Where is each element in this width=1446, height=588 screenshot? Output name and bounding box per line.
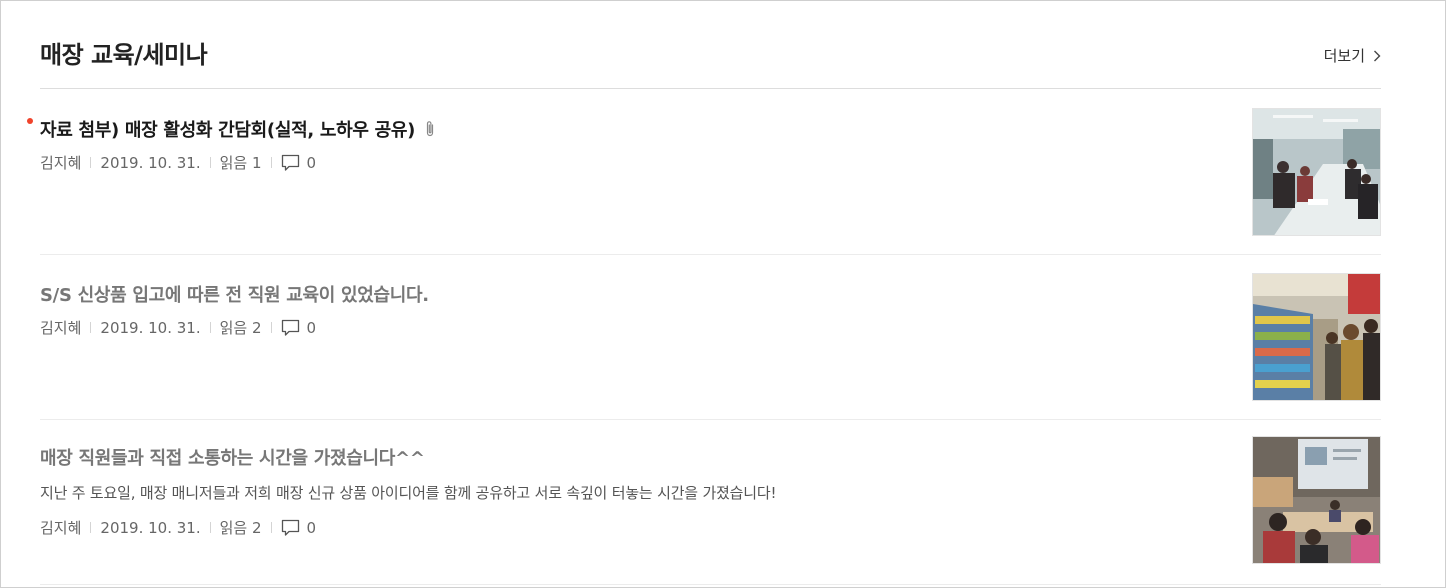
post-title-link[interactable]: S/S 신상품 입고에 따른 전 직원 교육이 있었습니다. bbox=[40, 281, 429, 307]
post-summary[interactable]: 지난 주 토요일, 매장 매니저들과 저희 매장 신규 상품 아이디어를 함께 … bbox=[40, 482, 776, 503]
board-widget: 매장 교육/세미나 더보기 자료 첨부) 매장 활성화 간담회(실적, 노하우 … bbox=[0, 0, 1446, 588]
post-title: 자료 첨부) 매장 활성화 간담회(실적, 노하우 공유) bbox=[40, 120, 416, 141]
meta-separator bbox=[90, 157, 92, 168]
post-thumbnail[interactable] bbox=[1252, 273, 1381, 401]
post-meta: 김지혜 2019. 10. 31. 읽음 2 0 bbox=[40, 517, 316, 538]
comment-link[interactable]: 0 bbox=[281, 153, 317, 172]
post-views: 읽음 1 bbox=[219, 154, 262, 172]
meta-separator bbox=[90, 522, 92, 533]
post-thumbnail[interactable] bbox=[1252, 108, 1381, 236]
comment-count: 0 bbox=[306, 153, 317, 172]
comment-link[interactable]: 0 bbox=[281, 518, 317, 537]
post-meta: 김지혜 2019. 10. 31. 읽음 1 0 bbox=[40, 152, 316, 173]
post-author[interactable]: 김지혜 bbox=[40, 317, 81, 338]
post-title: 매장 직원들과 직접 소통하는 시간을 가졌습니다^^ bbox=[40, 448, 425, 469]
post-title: S/S 신상품 입고에 따른 전 직원 교육이 있었습니다. bbox=[40, 285, 429, 306]
meta-separator bbox=[90, 322, 92, 333]
more-link[interactable]: 더보기 bbox=[1324, 45, 1381, 66]
attachment-icon bbox=[425, 120, 435, 138]
post-title-link[interactable]: 매장 직원들과 직접 소통하는 시간을 가졌습니다^^ bbox=[40, 444, 425, 470]
post-date: 2019. 10. 31. bbox=[100, 318, 201, 337]
post-item[interactable]: S/S 신상품 입고에 따른 전 직원 교육이 있었습니다. 김지혜 2019.… bbox=[40, 255, 1381, 420]
meta-separator bbox=[270, 322, 272, 333]
meta-separator bbox=[209, 322, 211, 333]
new-indicator-dot bbox=[27, 118, 33, 124]
post-thumbnail[interactable] bbox=[1252, 436, 1381, 564]
meeting-room-photo bbox=[1253, 109, 1380, 235]
comment-icon bbox=[281, 319, 299, 336]
post-author[interactable]: 김지혜 bbox=[40, 152, 81, 173]
post-views: 읽음 2 bbox=[219, 519, 262, 537]
post-views: 읽음 2 bbox=[219, 319, 262, 337]
meta-separator bbox=[209, 522, 211, 533]
post-item[interactable]: 자료 첨부) 매장 활성화 간담회(실적, 노하우 공유) 김지혜 2019. … bbox=[27, 90, 1381, 255]
meta-separator bbox=[270, 157, 272, 168]
more-label: 더보기 bbox=[1323, 47, 1365, 65]
meta-separator bbox=[270, 522, 272, 533]
comment-count: 0 bbox=[306, 318, 317, 337]
post-meta: 김지혜 2019. 10. 31. 읽음 2 0 bbox=[40, 317, 316, 338]
comment-icon bbox=[281, 519, 299, 536]
seminar-presentation-photo bbox=[1253, 437, 1380, 563]
comment-icon bbox=[281, 154, 299, 171]
post-item[interactable]: 매장 직원들과 직접 소통하는 시간을 가졌습니다^^ 지난 주 토요일, 매장… bbox=[40, 420, 1381, 585]
post-author[interactable]: 김지혜 bbox=[40, 517, 81, 538]
chevron-right-icon bbox=[1374, 50, 1381, 61]
board-header: 매장 교육/세미나 더보기 bbox=[40, 31, 1381, 89]
comment-link[interactable]: 0 bbox=[281, 318, 317, 337]
meta-separator bbox=[209, 157, 211, 168]
post-date: 2019. 10. 31. bbox=[100, 518, 201, 537]
board-title: 매장 교육/세미나 bbox=[40, 41, 208, 69]
post-title-link[interactable]: 자료 첨부) 매장 활성화 간담회(실적, 노하우 공유) bbox=[40, 116, 435, 142]
comment-count: 0 bbox=[306, 518, 317, 537]
store-shelf-photo bbox=[1253, 274, 1380, 400]
post-date: 2019. 10. 31. bbox=[100, 153, 201, 172]
